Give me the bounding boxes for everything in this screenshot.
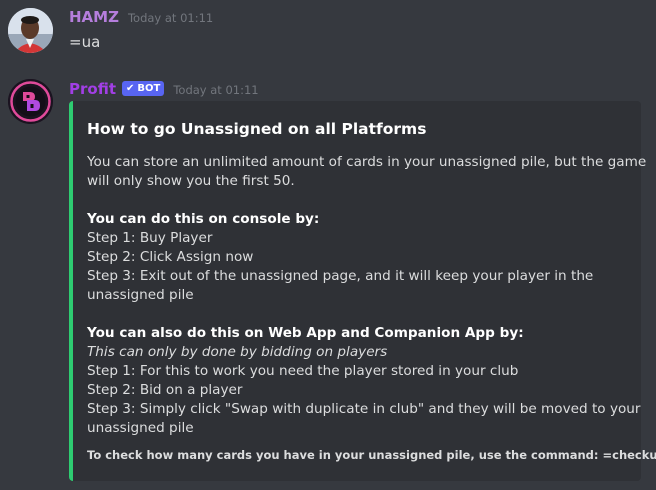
user-avatar-image (8, 8, 53, 53)
embed-web-step-3-line-2: unassigned pile (87, 420, 194, 436)
bot-badge-label: BOT (137, 82, 161, 94)
embed-title: How to go Unassigned on all Platforms (87, 120, 427, 138)
bot-avatar-logo (8, 79, 53, 124)
embed-web-step-1: Step 1: For this to work you need the pl… (87, 363, 519, 379)
embed-web-step-3-line-1: Step 3: Simply click "Swap with duplicat… (87, 401, 641, 417)
timestamp: Today at 01:11 (173, 83, 259, 97)
timestamp: Today at 01:11 (127, 11, 214, 25)
embed-console-step-3-line-2: unassigned pile (87, 287, 194, 303)
message-hamz: HAMZ Today at 01:11 =ua (0, 0, 656, 70)
chat-messages: HAMZ Today at 01:11 =ua Profit ✔ BOT Tod… (0, 0, 656, 490)
verified-check-icon: ✔ (126, 82, 135, 94)
message-text: =ua (69, 33, 101, 51)
embed-console-step-3-line-1: Step 3: Exit out of the unassigned page,… (87, 268, 594, 284)
embed-web-heading: You can also do this on Web App and Comp… (87, 325, 524, 341)
bot-embed: How to go Unassigned on all Platforms Yo… (69, 101, 656, 481)
embed-console-step-1: Step 1: Buy Player (87, 230, 213, 246)
user-avatar[interactable] (8, 8, 53, 53)
bot-badge: ✔ BOT (122, 80, 165, 96)
embed-footer: To check how many cards you have in your… (87, 448, 656, 462)
bot-avatar[interactable] (8, 79, 53, 124)
embed-console-heading: You can do this on console by: (87, 211, 320, 227)
embed-web-step-2: Step 2: Bid on a player (87, 382, 243, 398)
embed-intro-line-2: will only show you the first 50. (87, 173, 295, 189)
username[interactable]: Profit (69, 80, 116, 98)
embed-console-step-2: Step 2: Click Assign now (87, 249, 254, 265)
embed-intro-line-1: You can store an unlimited amount of car… (87, 154, 647, 170)
embed-web-note: This can only by done by bidding on play… (87, 344, 388, 360)
username[interactable]: HAMZ (69, 8, 119, 26)
